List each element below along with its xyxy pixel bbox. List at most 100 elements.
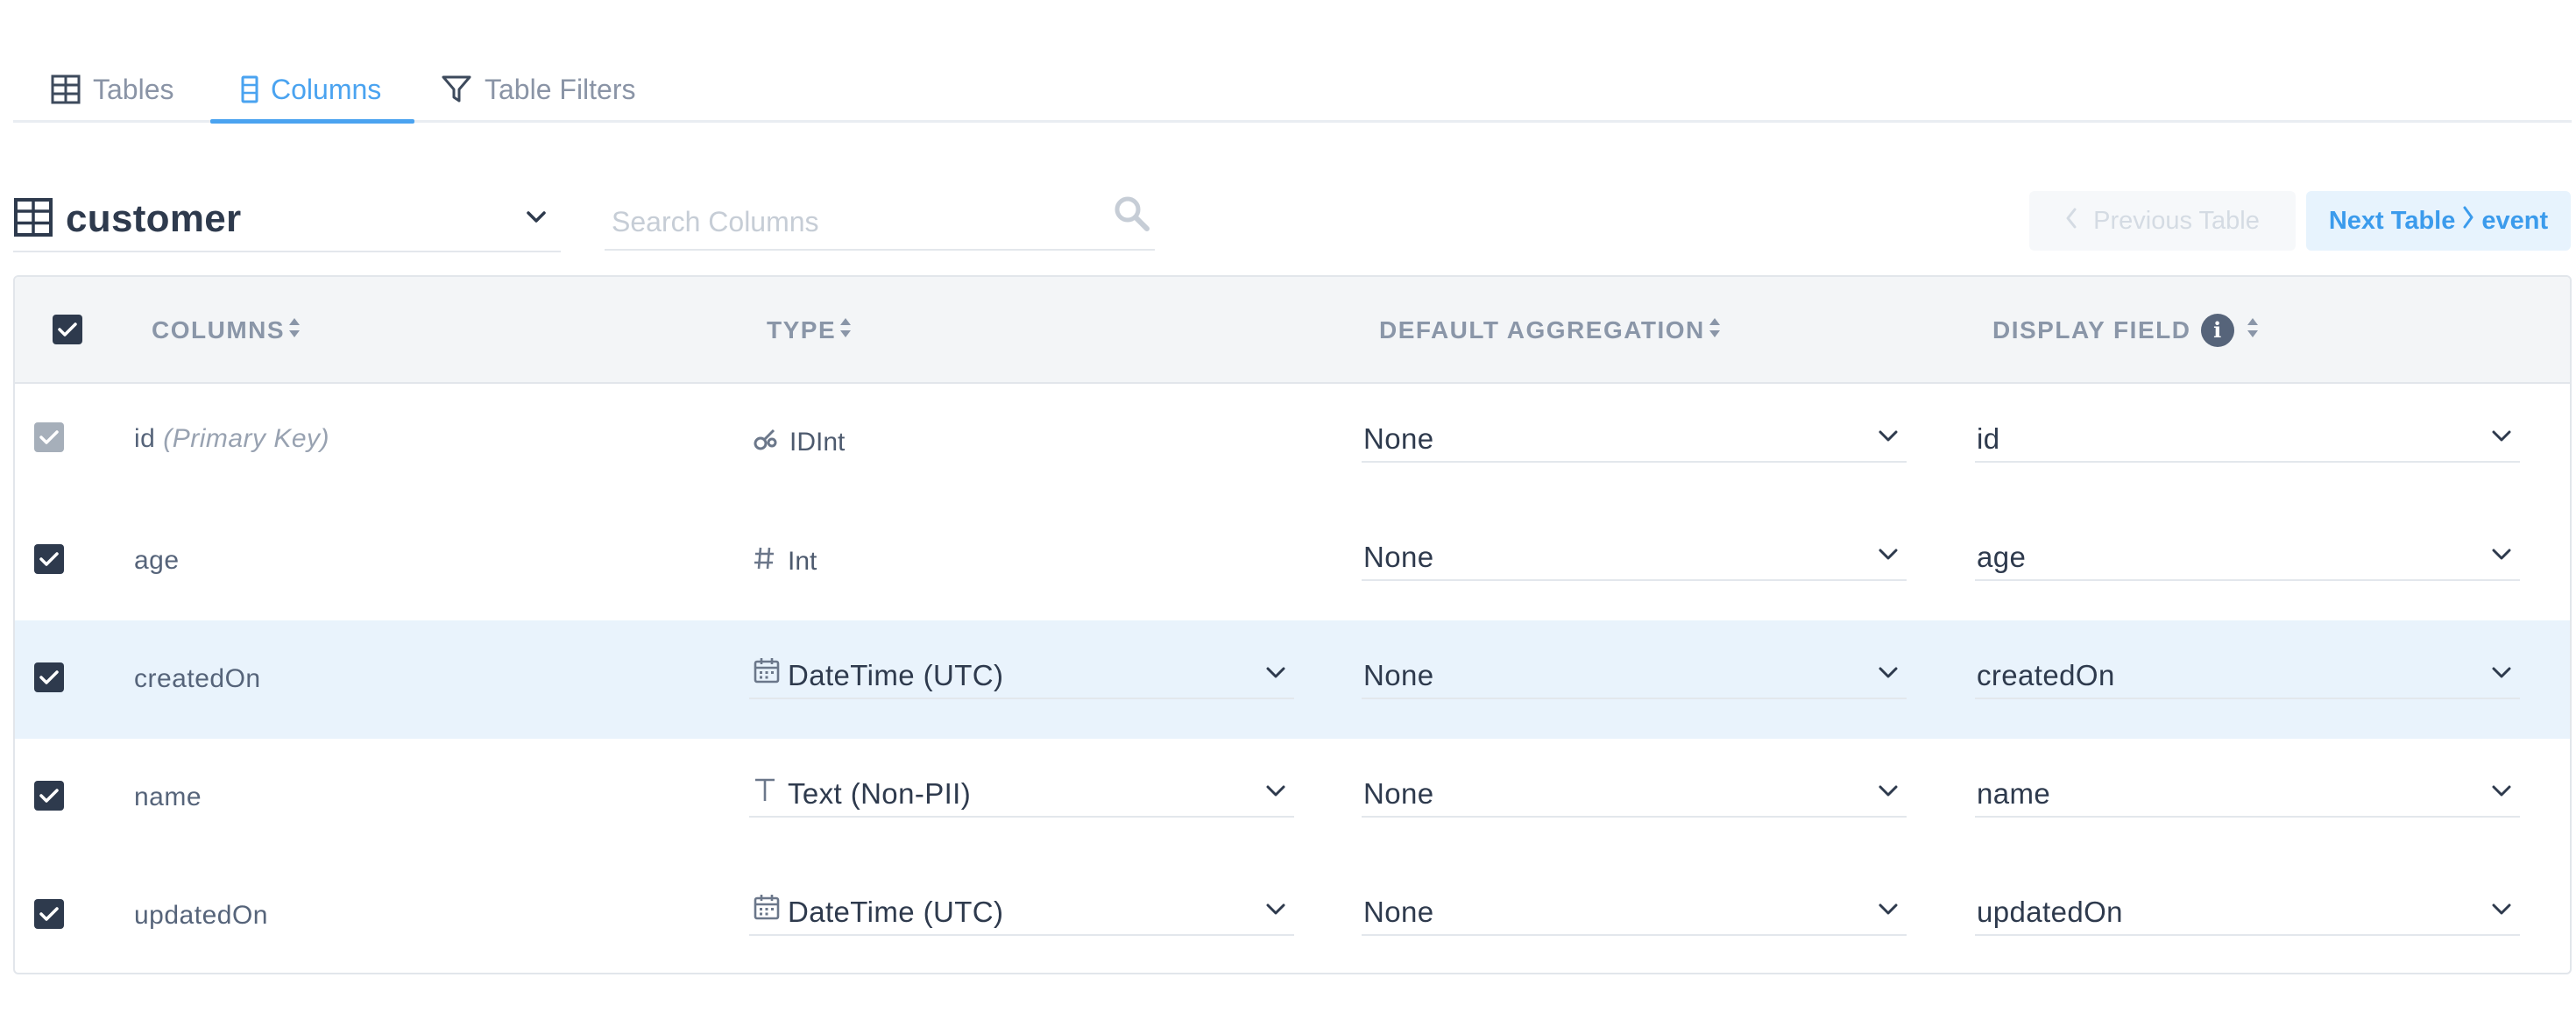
display-field-value: age	[1977, 541, 2027, 573]
calendar-icon	[753, 656, 781, 689]
info-icon[interactable]: i	[2201, 314, 2235, 347]
display-field-select[interactable]: updatedOn	[1975, 890, 2520, 936]
sort-icon[interactable]	[1707, 315, 1723, 346]
type-value: Text (Non-PII)	[788, 777, 972, 810]
column-visible-checkbox[interactable]	[34, 781, 64, 811]
chevron-down-icon	[1266, 903, 1285, 920]
type-value: IDInt	[789, 428, 846, 457]
text-icon	[753, 776, 777, 807]
calendar-icon	[753, 893, 781, 925]
chevron-down-icon	[1266, 667, 1285, 684]
tab-table-filters-label: Table Filters	[485, 73, 636, 105]
chevron-down-icon	[1879, 430, 1898, 447]
chevron-right-icon	[2460, 204, 2476, 237]
table-row: name Text (Non-PII) None name	[15, 739, 2570, 857]
previous-table-button[interactable]: Previous Table	[2029, 191, 2296, 251]
sort-icon[interactable]	[2245, 315, 2261, 346]
column-visible-checkbox[interactable]	[34, 662, 64, 692]
aggregation-value: None	[1363, 777, 1434, 810]
tab-tables-label: Tables	[93, 73, 174, 105]
chevron-down-icon	[2492, 430, 2511, 447]
header-default-aggregation-label: DEFAULT AGGREGATION	[1379, 316, 1705, 344]
search-icon[interactable]	[1113, 195, 1151, 237]
sort-icon[interactable]	[287, 315, 302, 346]
column-name-text: updatedOn	[134, 901, 268, 930]
table-selector[interactable]: customer	[13, 188, 561, 252]
column-visible-checkbox[interactable]	[34, 899, 64, 929]
chevron-down-icon	[1879, 903, 1898, 920]
type-value: Int	[788, 547, 817, 576]
column-name-text: createdOn	[134, 664, 261, 693]
type-select[interactable]: DateTime (UTC)	[749, 654, 1294, 699]
table-header: COLUMNS TYPE DEFAULT AGGREGATION DISPLAY…	[15, 277, 2570, 384]
tab-columns-label: Columns	[271, 73, 382, 105]
type-select[interactable]: Text (Non-PII)	[749, 772, 1294, 818]
default-aggregation-select[interactable]: None	[1362, 890, 1907, 936]
columns-table: COLUMNS TYPE DEFAULT AGGREGATION DISPLAY…	[13, 275, 2572, 974]
type-static: Int	[753, 545, 817, 578]
columns-icon	[241, 75, 258, 103]
columns-settings-page: Tables Columns Table Filters customer Se…	[0, 0, 2576, 1013]
default-aggregation-select[interactable]: None	[1362, 654, 1907, 699]
aggregation-value: None	[1363, 541, 1434, 573]
display-field-select[interactable]: id	[1975, 417, 2520, 463]
chevron-left-icon	[2065, 207, 2077, 236]
header-default-aggregation: DEFAULT AGGREGATION	[1379, 277, 1723, 384]
chevron-down-icon	[1879, 667, 1898, 684]
column-name-text: age	[134, 546, 180, 575]
column-name: createdOn	[134, 664, 261, 694]
header-columns-label: COLUMNS	[152, 316, 286, 344]
table-row: createdOn DateTime (UTC) None createdOn	[15, 620, 2570, 739]
header-type-label: TYPE	[767, 316, 837, 344]
display-field-value: updatedOn	[1977, 896, 2123, 928]
display-field-value: createdOn	[1977, 659, 2115, 691]
type-value: DateTime (UTC)	[788, 896, 1004, 928]
next-table-name: event	[2481, 206, 2549, 235]
search-input[interactable]	[610, 200, 1100, 244]
chevron-down-icon	[1266, 785, 1285, 802]
default-aggregation-select[interactable]: None	[1362, 417, 1907, 463]
tab-bar: Tables Columns Table Filters	[13, 46, 2572, 124]
column-visible-checkbox[interactable]	[34, 544, 64, 574]
chevron-down-icon	[1879, 549, 1898, 565]
select-all-checkbox[interactable]	[53, 315, 82, 344]
key-icon	[753, 427, 777, 458]
column-name: age	[134, 546, 180, 576]
column-name: id (Primary Key)	[134, 424, 329, 454]
header-columns: COLUMNS	[152, 277, 302, 384]
column-name-text: id	[134, 424, 156, 453]
tab-tables[interactable]: Tables	[51, 58, 174, 121]
primary-key-note: (Primary Key)	[163, 424, 330, 453]
next-table-button[interactable]: Next Table event	[2306, 191, 2571, 251]
search-columns	[605, 189, 1155, 251]
previous-table-label: Previous Table	[2093, 206, 2260, 235]
column-name: updatedOn	[134, 901, 268, 931]
display-field-select[interactable]: age	[1975, 535, 2520, 581]
aggregation-value: None	[1363, 896, 1434, 928]
type-select[interactable]: DateTime (UTC)	[749, 890, 1294, 936]
column-name: name	[134, 783, 202, 812]
sort-icon[interactable]	[838, 315, 853, 346]
type-static: IDInt	[753, 427, 845, 458]
hash-icon	[753, 545, 775, 578]
next-table-label: Next Table	[2328, 206, 2456, 235]
type-value: DateTime (UTC)	[788, 659, 1004, 691]
chevron-down-icon	[2492, 785, 2511, 802]
filter-icon	[441, 74, 472, 104]
table-row: id (Primary Key) IDInt None id	[15, 384, 2570, 502]
tab-table-filters[interactable]: Table Filters	[441, 58, 636, 121]
default-aggregation-select[interactable]: None	[1362, 772, 1907, 818]
aggregation-value: None	[1363, 422, 1434, 455]
table-row: age Int None age	[15, 502, 2570, 620]
column-visible-checkbox	[34, 422, 64, 452]
column-name-text: name	[134, 783, 202, 811]
chevron-down-icon	[2492, 903, 2511, 920]
default-aggregation-select[interactable]: None	[1362, 535, 1907, 581]
tab-columns[interactable]: Columns	[209, 58, 415, 124]
header-type: TYPE	[767, 277, 853, 384]
display-field-value: id	[1977, 422, 2000, 455]
header-display-field-label: DISPLAY FIELD	[1992, 316, 2191, 344]
display-field-select[interactable]: createdOn	[1975, 654, 2520, 699]
chevron-down-icon	[526, 210, 547, 229]
display-field-select[interactable]: name	[1975, 772, 2520, 818]
